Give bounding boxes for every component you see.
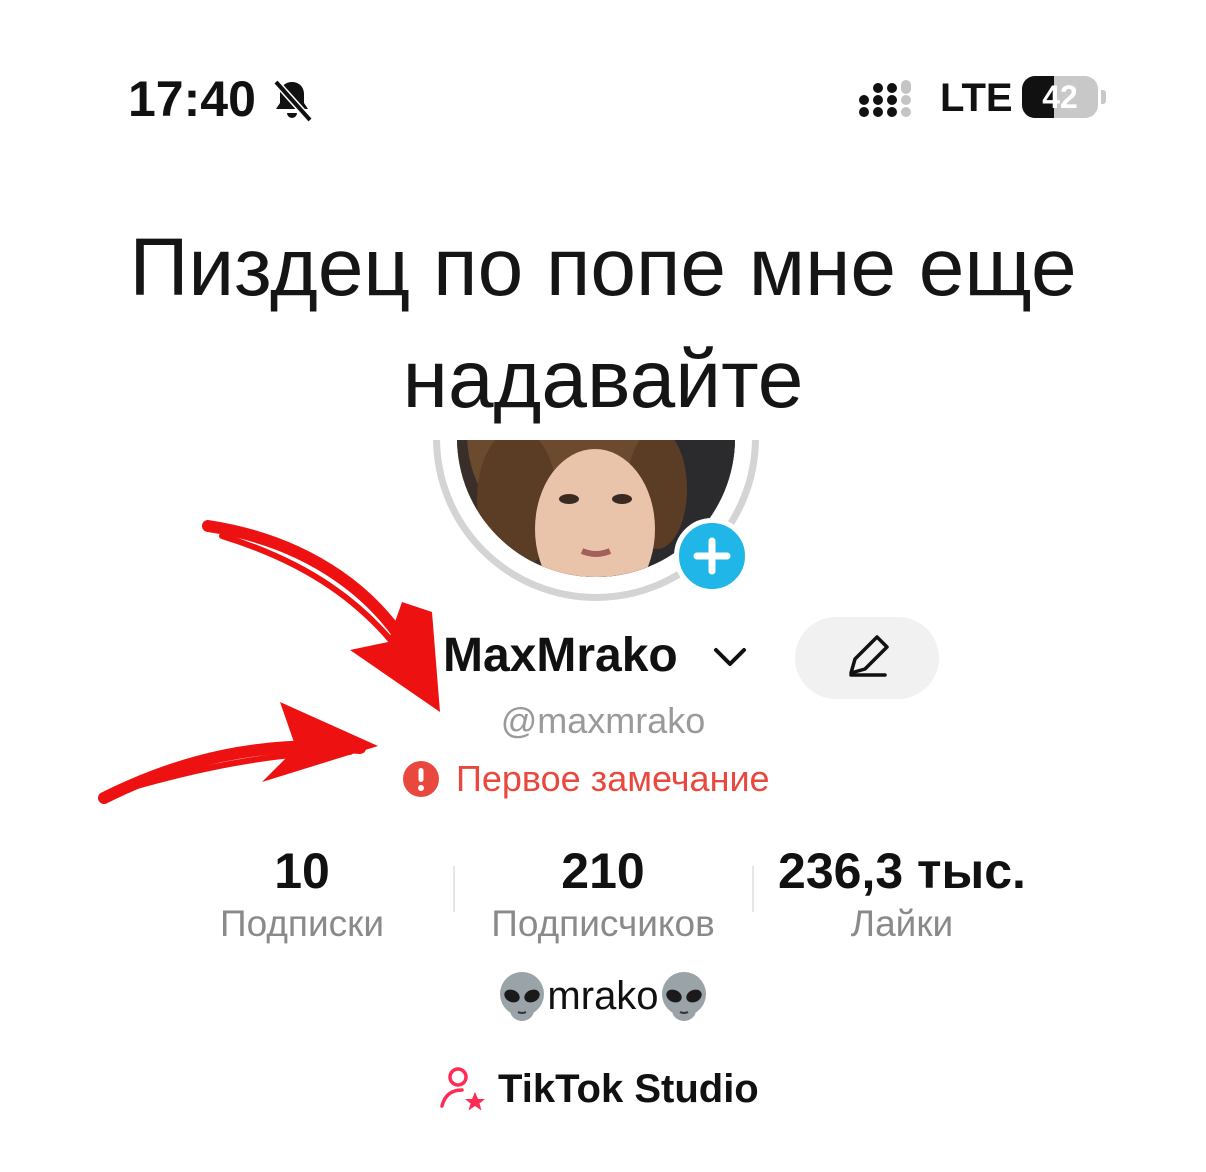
tiktok-studio-link[interactable]: TikTok Studio [438, 1064, 759, 1114]
plus-icon [693, 537, 731, 575]
stat-label: Подписчиков [491, 903, 715, 944]
status-time: 17:40 [128, 71, 256, 127]
overlay-caption: Пиздец по попе мне еще надавайте [0, 212, 1206, 436]
account-warning[interactable]: Первое замечание [402, 757, 770, 801]
warning-text: Первое замечание [456, 758, 770, 799]
caption-line-2: надавайте [402, 334, 804, 425]
arrow-annotation [202, 520, 440, 712]
pencil-icon [849, 635, 889, 677]
alien-icon [500, 972, 545, 1021]
profile-bio: mrako [0, 970, 1206, 1022]
profile-display-name[interactable]: MaxMrako [443, 628, 678, 683]
stat-following[interactable]: 10 Подписки [152, 842, 452, 948]
stat-followers[interactable]: 210 Подписчиков [453, 842, 753, 948]
stat-value: 10 [274, 843, 330, 899]
add-story-button[interactable] [674, 518, 750, 594]
battery-level: 42 [1042, 79, 1078, 115]
alert-icon [403, 761, 439, 797]
battery-icon: 42 [1022, 76, 1108, 120]
stat-value: 210 [561, 843, 645, 899]
alien-icon [661, 972, 706, 1021]
creator-star-icon [440, 1067, 485, 1111]
network-type: LTE [940, 76, 1013, 120]
caption-line-1: Пиздец по попе мне еще [129, 222, 1077, 313]
signal-icon [859, 80, 911, 117]
studio-label: TikTok Studio [498, 1066, 759, 1111]
bio-text: mrako [547, 973, 659, 1018]
profile-handle: @maxmrako [500, 700, 706, 741]
stat-label: Подписки [219, 903, 384, 944]
chevron-down-icon[interactable] [712, 642, 748, 672]
bell-muted-icon [273, 79, 313, 123]
edit-profile-button[interactable] [795, 617, 939, 699]
stat-value: 236,3 тыс. [778, 843, 1026, 899]
stat-likes[interactable]: 236,3 тыс. Лайки [752, 842, 1052, 948]
stat-label: Лайки [850, 903, 954, 944]
